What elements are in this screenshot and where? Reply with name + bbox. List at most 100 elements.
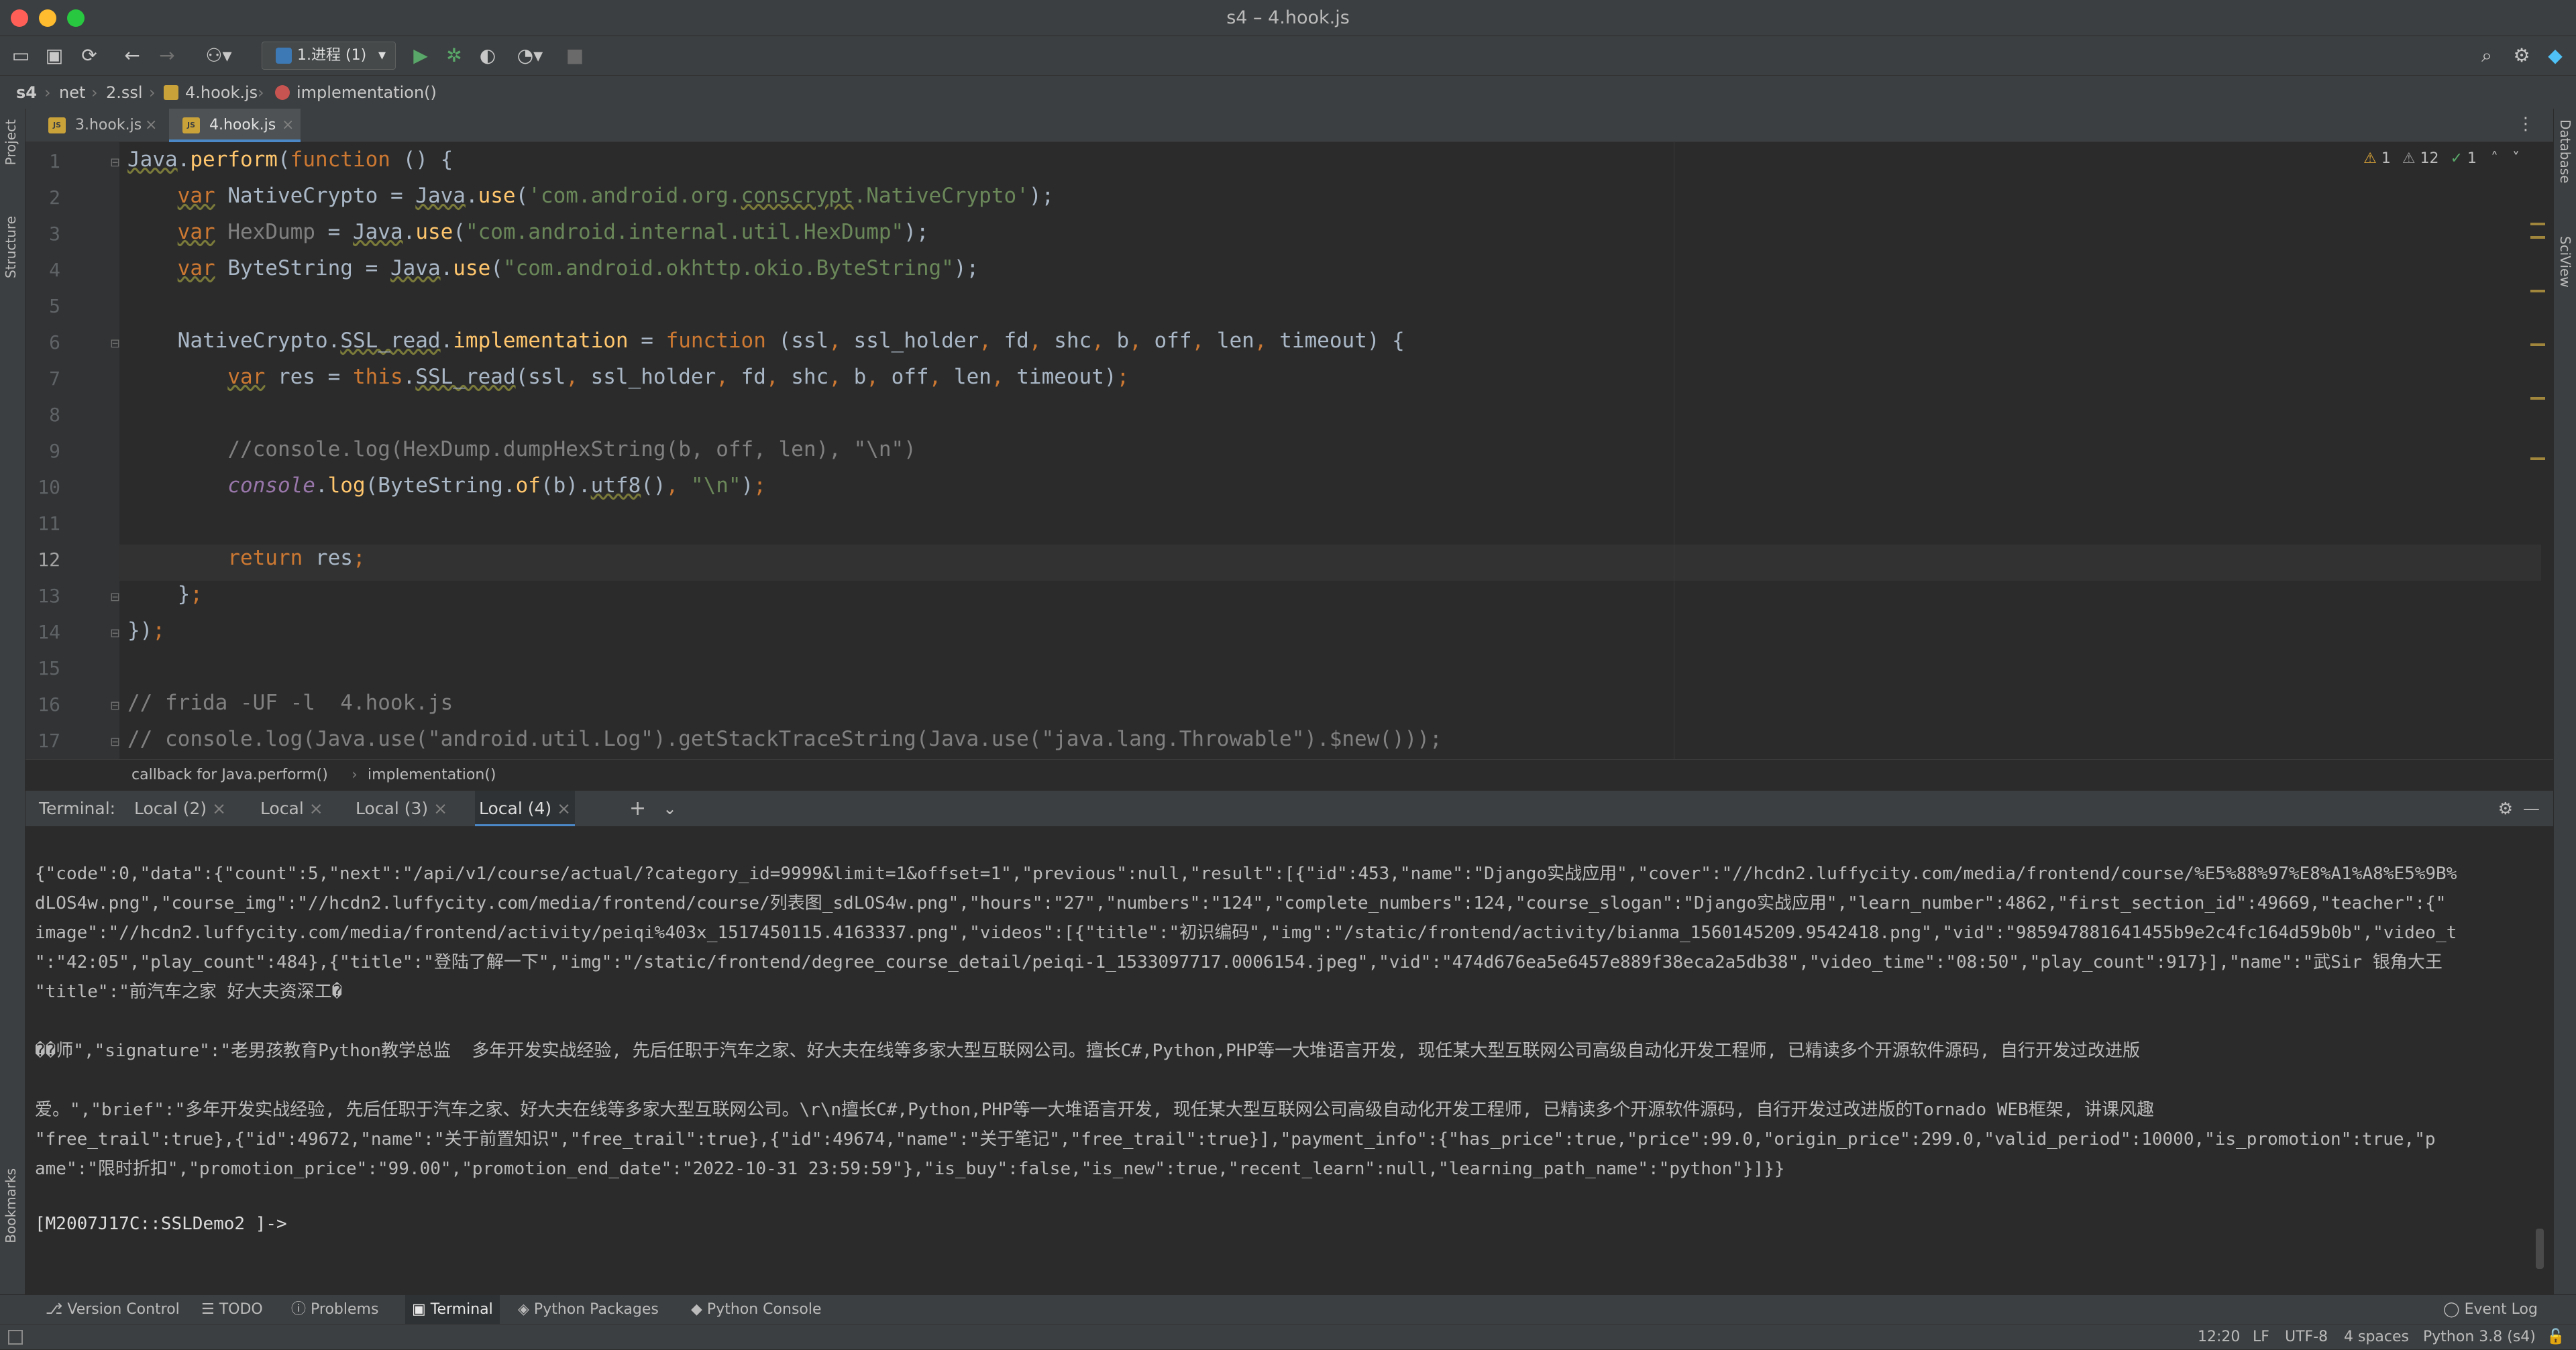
chevron-down-icon[interactable]: ˅ (2512, 150, 2520, 167)
chevron-up-icon[interactable]: ˄ (2491, 150, 2498, 167)
python-console-button[interactable]: ◆ Python Console (691, 1295, 822, 1325)
editor-tab-bar: JS 3.hook.js × JS 4.hook.js × ⋮ (25, 109, 2553, 142)
problems-button[interactable]: ⓘ Problems (291, 1295, 378, 1325)
line-number: 15 (38, 657, 60, 679)
gear-icon[interactable]: ⚙ (2498, 791, 2513, 827)
window-title: s4 – 4.hook.js (1226, 7, 1350, 28)
toggle-tool-windows-icon[interactable] (8, 1330, 23, 1345)
vcs-user-icon[interactable]: ⚇▾ (199, 43, 239, 68)
run-icon[interactable]: ▶ (409, 43, 432, 68)
tab-3-hook-js[interactable]: JS 3.hook.js × (35, 109, 162, 142)
code-line: // console.log(Java.use("android.util.Lo… (127, 727, 1442, 751)
stop-icon[interactable]: ■ (564, 43, 586, 68)
line-number: 5 (49, 295, 60, 317)
debug-icon[interactable]: ✲ (443, 43, 466, 68)
terminal-line: "title":"前汽车之家 好大夫资深工� (35, 982, 343, 1002)
bookmarks-tool-button[interactable]: Bookmarks (3, 1168, 19, 1243)
terminal-line: "free_trail":true},{"id":49672,"name":"关… (35, 1129, 2436, 1149)
navigation-bar: s4 › net › 2.ssl › 4.hook.js › implement… (0, 75, 2576, 109)
gear-icon[interactable]: ⚙ (2510, 43, 2533, 68)
error-stripe-mark[interactable] (2530, 223, 2545, 225)
close-tab-icon[interactable]: × (282, 109, 294, 142)
python-interpreter[interactable]: Python 3.8 (s4) (2423, 1325, 2536, 1350)
project-tool-button[interactable]: Project (3, 119, 19, 165)
open-folder-icon[interactable]: ▭ (9, 43, 32, 68)
js-file-icon: JS (182, 117, 200, 133)
code-line: }); (127, 618, 165, 642)
forward-arrow-icon[interactable]: → (156, 43, 178, 68)
title-bar: s4 – 4.hook.js (0, 0, 2576, 36)
minimize-icon[interactable]: — (2523, 791, 2540, 827)
terminal-tab-label: Local (3) (356, 799, 429, 818)
editor-breadcrumb-item[interactable]: callback for Java.perform() (131, 760, 328, 791)
close-tab-icon[interactable]: × (433, 799, 447, 818)
main-toolbar: ▭ ▣ ⟳ ← → ⚇▾ 1.进程 (1) ▾ ▶ ✲ ◐ ◔▾ ■ ⌕ ⚙ ◆ (0, 36, 2576, 75)
run-configuration-select[interactable]: 1.进程 (1) ▾ (262, 42, 396, 70)
python-packages-button[interactable]: ◈ Python Packages (518, 1295, 659, 1325)
todo-button[interactable]: ☰ TODO (201, 1295, 263, 1325)
code-line: var res = this.SSL_read(ssl, ssl_holder,… (227, 365, 1130, 389)
error-stripe-mark[interactable] (2530, 397, 2545, 400)
version-control-button[interactable]: ⎇ Version Control (46, 1295, 180, 1325)
terminal-tab-local[interactable]: Local × (256, 791, 327, 827)
fold-icon[interactable]: ⊟ (110, 626, 120, 640)
fold-icon[interactable]: ⊟ (110, 699, 120, 713)
error-stripe-mark[interactable] (2530, 290, 2545, 292)
terminal-tab-local-4[interactable]: Local (4) × (475, 791, 576, 827)
terminal-button[interactable]: ▣ Terminal (405, 1295, 500, 1325)
fold-icon[interactable]: ⊟ (110, 337, 120, 351)
database-tool-button[interactable]: Database (2557, 119, 2573, 183)
event-log-button[interactable]: ◯ Event Log (2443, 1295, 2538, 1325)
more-tabs-icon[interactable]: ⋮ (2517, 114, 2534, 134)
back-arrow-icon[interactable]: ← (121, 43, 144, 68)
file-encoding[interactable]: UTF-8 (2285, 1325, 2328, 1350)
editor-breadcrumb-item[interactable]: implementation() (368, 760, 496, 791)
inspection-widget[interactable]: ⚠ 1 ⚠ 12 ✓ 1 ˄ ˅ (2363, 150, 2520, 167)
weak-warning-icon: ⚠ (2402, 150, 2416, 167)
close-tab-icon[interactable]: × (557, 799, 571, 818)
breadcrumb-folder-net[interactable]: net (59, 76, 85, 109)
fold-icon[interactable]: ⊟ (110, 735, 120, 749)
close-tab-icon[interactable]: × (212, 799, 226, 818)
fold-icon[interactable]: ⊟ (110, 590, 120, 604)
error-stripe-mark[interactable] (2530, 236, 2545, 239)
breadcrumb-separator: › (352, 767, 358, 783)
breadcrumb-file[interactable]: 4.hook.js (185, 76, 258, 109)
terminal-output[interactable]: {"code":0,"data":{"count":5,"next":"/api… (25, 826, 2553, 1294)
code-line: var NativeCrypto = Java.use('com.android… (177, 184, 1055, 208)
line-number: 10 (38, 476, 60, 498)
code-editor[interactable]: 1 2 3 4 5 6 7 8 9 10 11 12 13 14 15 16 1… (25, 142, 2553, 759)
branch-icon: ⎇ (46, 1301, 68, 1318)
list-icon: ☰ (201, 1301, 219, 1318)
caret-position[interactable]: 12:20 (2198, 1325, 2240, 1350)
lock-icon[interactable]: 🔓 (2546, 1325, 2565, 1350)
terminal-scrollbar[interactable] (2536, 1229, 2544, 1269)
new-terminal-icon[interactable]: + (629, 791, 646, 827)
line-number: 6 (49, 331, 60, 353)
line-separator[interactable]: LF (2253, 1325, 2269, 1350)
close-tab-icon[interactable]: × (309, 799, 323, 818)
code-line: // frida -UF -l 4.hook.js (127, 691, 453, 715)
error-stripe-mark[interactable] (2530, 343, 2545, 346)
jetbrains-logo-icon[interactable]: ◆ (2544, 43, 2567, 68)
chevron-down-icon[interactable]: ⌄ (663, 791, 677, 827)
profile-icon[interactable]: ◔▾ (510, 43, 550, 68)
structure-tool-button[interactable]: Structure (3, 216, 19, 278)
error-stripe-mark[interactable] (2530, 457, 2545, 460)
fold-icon[interactable]: ⊟ (110, 156, 120, 170)
breadcrumb-project[interactable]: s4 (16, 76, 37, 109)
tab-4-hook-js[interactable]: JS 4.hook.js × (169, 109, 301, 142)
indent-setting[interactable]: 4 spaces (2344, 1325, 2409, 1350)
sync-icon[interactable]: ⟳ (78, 43, 101, 68)
breadcrumb-method[interactable]: implementation() (297, 76, 437, 109)
coverage-icon[interactable]: ◐ (476, 43, 499, 68)
breadcrumb-folder-ssl[interactable]: 2.ssl (106, 76, 143, 109)
sciview-tool-button[interactable]: SciView (2557, 236, 2573, 288)
code-line: NativeCrypto.SSL_read.implementation = f… (127, 329, 1405, 353)
close-tab-icon[interactable]: × (145, 109, 157, 142)
current-line-highlight (119, 545, 2541, 581)
terminal-tab-local-2[interactable]: Local (2) × (130, 791, 230, 827)
save-icon[interactable]: ▣ (43, 43, 66, 68)
terminal-tab-local-3[interactable]: Local (3) × (352, 791, 451, 827)
search-icon[interactable]: ⌕ (2475, 43, 2498, 68)
